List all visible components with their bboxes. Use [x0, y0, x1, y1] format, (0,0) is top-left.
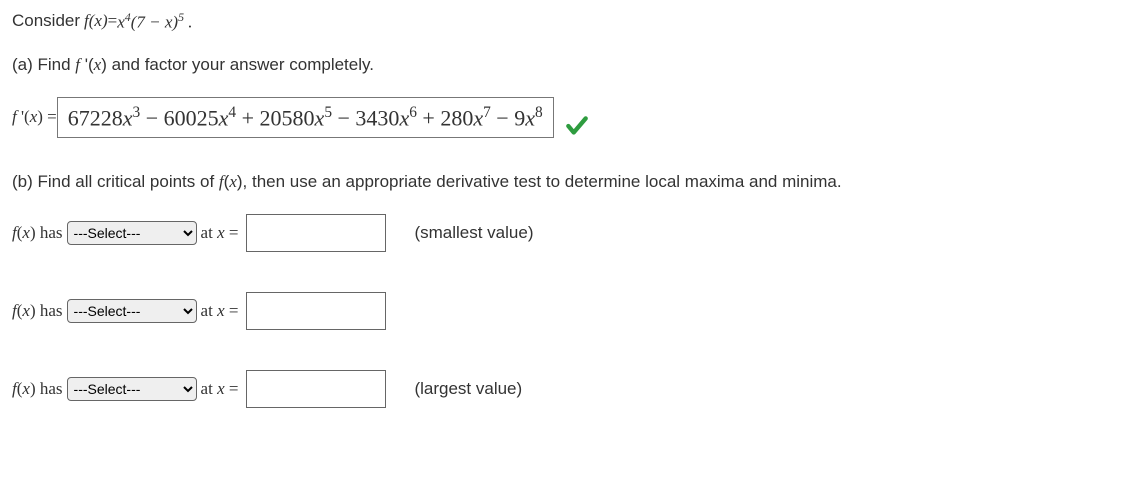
correct-check-icon: [564, 113, 590, 146]
intro-eq: =: [108, 11, 118, 31]
problem-intro: Consider f(x) = x4(7 − x)5 .: [12, 10, 1131, 33]
cp1-at: at x =: [201, 223, 239, 243]
intro-expr: x4(7 − x)5 .: [117, 10, 192, 33]
part-a-answer-row: f '(x) = 67228x3 − 60025x4 + 20580x5 − 3…: [12, 97, 1131, 138]
part-a-prompt: (a) Find f '(x) and factor your answer c…: [12, 55, 1131, 75]
cp3-trail: (largest value): [414, 379, 522, 399]
cp3-at: at x =: [201, 379, 239, 399]
critical-point-row-1: f(x) has ---Select--- at x = (smallest v…: [12, 214, 1131, 252]
cp1-lead: f(x) has: [12, 223, 63, 243]
fprime-lead: f '(x) =: [12, 107, 57, 127]
cp2-select[interactable]: ---Select---: [67, 299, 197, 323]
intro-fx: f(x): [84, 11, 108, 31]
critical-point-row-3: f(x) has ---Select--- at x = (largest va…: [12, 370, 1131, 408]
part-a-text: (a) Find f '(x) and factor your answer c…: [12, 55, 374, 75]
critical-point-row-2: f(x) has ---Select--- at x =: [12, 292, 1131, 330]
intro-consider: Consider: [12, 11, 80, 31]
cp2-at: at x =: [201, 301, 239, 321]
cp2-lead: f(x) has: [12, 301, 63, 321]
cp1-trail: (smallest value): [414, 223, 533, 243]
cp3-select[interactable]: ---Select---: [67, 377, 197, 401]
cp2-x-input[interactable]: [246, 292, 386, 330]
cp1-x-input[interactable]: [246, 214, 386, 252]
part-b-text: (b) Find all critical points of f(x), th…: [12, 172, 842, 192]
cp3-lead: f(x) has: [12, 379, 63, 399]
part-b-prompt: (b) Find all critical points of f(x), th…: [12, 172, 1131, 192]
cp3-x-input[interactable]: [246, 370, 386, 408]
fprime-answer-box[interactable]: 67228x3 − 60025x4 + 20580x5 − 3430x6 + 2…: [57, 97, 554, 138]
cp1-select[interactable]: ---Select---: [67, 221, 197, 245]
